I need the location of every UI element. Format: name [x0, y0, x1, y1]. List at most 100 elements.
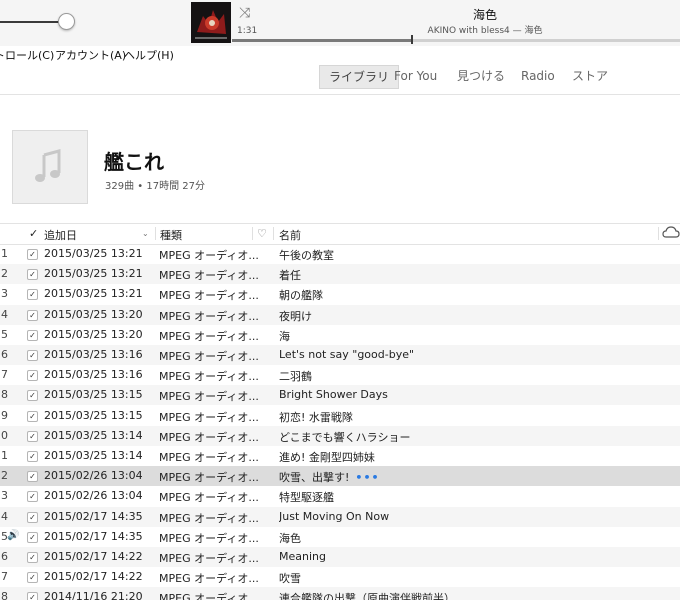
column-divider — [252, 227, 253, 240]
track-kind: MPEG オーディオ... — [159, 289, 259, 303]
table-row[interactable]: 8 ✓ 2015/03/25 13:15 MPEG オーディオ... Bright Sh… — [0, 385, 680, 406]
table-row[interactable]: 2 ✓ 2015/02/26 13:04 MPEG オーディオ... 吹雪、出撃す! ••… — [0, 466, 680, 487]
table-row[interactable]: 8 ✓ 2014/11/16 21:20 MPEG オーディオ... 連合艦隊の出撃（原… — [0, 587, 680, 600]
album-artwork[interactable] — [191, 2, 231, 43]
table-row[interactable]: 🔊 5 ✓ 2015/02/17 14:35 MPEG オーディオ... 海色 — [0, 527, 680, 547]
table-row[interactable]: 1 ✓ 2015/03/25 13:14 MPEG オーディオ... 進め! 金剛型四姉… — [0, 446, 680, 466]
cloud-icon[interactable] — [662, 225, 680, 242]
table-header: ✓ 追加日 ⌄ 種類 ♡ 名前 — [0, 223, 680, 245]
tab-for-you[interactable]: For You — [394, 65, 437, 87]
volume-slider-knob[interactable] — [58, 13, 75, 30]
playback-progress-bar[interactable] — [232, 39, 680, 42]
track-checkbox[interactable]: ✓ — [27, 350, 38, 361]
playback-progress-fill — [232, 39, 412, 42]
track-checkbox[interactable]: ✓ — [27, 410, 38, 422]
track-checkbox[interactable]: ✓ — [27, 531, 38, 543]
tab-library[interactable]: ライブラリ — [319, 65, 400, 89]
track-checkbox[interactable]: ✓ — [27, 249, 38, 260]
table-row[interactable]: 6 ✓ 2015/02/17 14:22 MPEG オーディオ... Meaning — [0, 547, 680, 567]
track-checkbox[interactable]: ✓ — [27, 572, 38, 584]
table-row[interactable]: 9 ✓ 2015/03/25 13:15 MPEG オーディオ... 初恋! 水雷戦隊 — [0, 406, 680, 426]
track-name: Bright Shower Days — [279, 388, 659, 401]
track-number: 7 — [1, 570, 8, 584]
track-kind: MPEG オーディオ... — [159, 592, 259, 600]
column-divider — [658, 227, 659, 240]
track-kind: MPEG オーディオ... — [159, 451, 259, 464]
track-kind: MPEG オーディオ... — [159, 329, 259, 343]
table-row[interactable]: 7 ✓ 2015/03/25 13:16 MPEG オーディオ... 二羽鶴 — [0, 365, 680, 385]
track-checkbox[interactable]: ✓ — [27, 552, 38, 563]
track-checkbox[interactable]: ✓ — [27, 491, 38, 503]
track-number: 5 — [1, 327, 8, 341]
playback-progress-marker[interactable] — [411, 35, 414, 44]
menu-account[interactable]: アカウント(A) — [55, 47, 126, 63]
track-kind: MPEG オーディオ... — [159, 249, 259, 262]
track-name-text: 進め! 金剛型四姉妹 — [279, 451, 375, 464]
table-row[interactable]: 2 ✓ 2015/03/25 13:21 MPEG オーディオ... 着任 — [0, 264, 680, 285]
column-header-date-added[interactable]: 追加日 — [44, 227, 77, 243]
track-name: Let's not say "good-bye" — [279, 348, 659, 361]
volume-slider-track[interactable] — [0, 21, 62, 23]
track-number: 7 — [1, 368, 8, 382]
track-number: 4 — [1, 307, 8, 321]
player-bar: ⤨ 1:31 海色 AKINO with bless4 — 海色 — [0, 0, 680, 46]
track-name-text: 吹雪 — [279, 572, 301, 586]
track-checkbox[interactable]: ✓ — [27, 390, 38, 402]
track-number: 8 — [1, 590, 8, 600]
menu-controls[interactable]: トロール(C) — [0, 47, 54, 63]
track-name-text: Just Moving On Now — [279, 509, 390, 523]
track-number: 9 — [1, 408, 8, 422]
track-checkbox[interactable]: ✓ — [27, 511, 38, 523]
tab-radio[interactable]: Radio — [521, 65, 555, 87]
track-checkbox[interactable]: ✓ — [27, 329, 38, 341]
track-checkbox[interactable]: ✓ — [27, 430, 38, 442]
track-name-text: 二羽鶴 — [279, 370, 312, 384]
table-row[interactable]: 4 ✓ 2015/02/17 14:35 MPEG オーディオ... Just Movi… — [0, 506, 680, 527]
menu-help[interactable]: ヘルプ(H) — [124, 47, 174, 63]
track-checkbox[interactable]: ✓ — [27, 592, 38, 600]
track-name-text: 朝の艦隊 — [279, 289, 323, 303]
speaker-icon: 🔊 — [7, 529, 20, 541]
music-note-icon — [35, 149, 61, 182]
table-row[interactable]: 1 ✓ 2015/03/25 13:21 MPEG オーディオ... 午後の教室 — [0, 244, 680, 264]
track-name: 海色 — [279, 530, 659, 546]
table-row[interactable]: 4 ✓ 2015/03/25 13:20 MPEG オーディオ... 夜明け — [0, 304, 680, 325]
track-kind: MPEG オーディオ... — [159, 390, 259, 404]
track-checkbox[interactable]: ✓ — [27, 471, 38, 483]
track-kind: MPEG オーディオ... — [159, 531, 259, 545]
column-header-love[interactable]: ♡ — [257, 227, 267, 240]
table-row[interactable]: 3 ✓ 2015/02/26 13:04 MPEG オーディオ... 特型駆逐艦 — [0, 486, 680, 506]
table-row[interactable]: 3 ✓ 2015/03/25 13:21 MPEG オーディオ... 朝の艦隊 — [0, 284, 680, 304]
track-checkbox[interactable]: ✓ — [27, 451, 38, 462]
column-header-kind[interactable]: 種類 — [160, 227, 182, 243]
table-row[interactable]: 0 ✓ 2015/03/25 13:14 MPEG オーディオ... どこまでも響くハラ… — [0, 425, 680, 446]
track-name: 着任 — [279, 267, 659, 283]
sort-chevron-icon[interactable]: ⌄ — [142, 229, 149, 238]
track-checkbox[interactable]: ✓ — [27, 269, 38, 281]
column-header-name[interactable]: 名前 — [279, 227, 301, 243]
track-name: 特型駆逐艦 — [279, 489, 659, 505]
track-date-added: 2015/03/25 13:21 — [44, 247, 143, 260]
column-header-check[interactable]: ✓ — [29, 227, 38, 240]
track-name: どこまでも響くハラショー — [279, 429, 659, 445]
playlist-title: 艦これ — [104, 150, 164, 174]
shuffle-icon[interactable]: ⤨ — [239, 5, 250, 21]
track-name: 朝の艦隊 — [279, 287, 659, 303]
track-date-added: 2015/03/25 13:16 — [44, 348, 143, 361]
track-checkbox[interactable]: ✓ — [27, 370, 38, 382]
track-date-added: 2015/03/25 13:21 — [44, 287, 143, 301]
track-date-added: 2015/02/17 14:22 — [44, 550, 143, 563]
track-kind: MPEG オーディオ... — [159, 552, 259, 565]
table-row[interactable]: 6 ✓ 2015/03/25 13:16 MPEG オーディオ... Let's not… — [0, 345, 680, 365]
table-row[interactable]: 5 ✓ 2015/03/25 13:20 MPEG オーディオ... 海 — [0, 325, 680, 345]
track-checkbox[interactable]: ✓ — [27, 289, 38, 301]
track-number: 1 — [1, 247, 8, 260]
tab-store[interactable]: ストア — [572, 65, 608, 87]
more-options-icon[interactable]: ••• — [355, 471, 379, 484]
track-checkbox[interactable]: ✓ — [27, 309, 38, 321]
tab-browse[interactable]: 見つける — [457, 65, 505, 87]
track-kind: MPEG オーディオ... — [159, 309, 259, 323]
track-name: 午後の教室 — [279, 247, 659, 263]
track-name: 二羽鶴 — [279, 368, 659, 384]
table-row[interactable]: 7 ✓ 2015/02/17 14:22 MPEG オーディオ... 吹雪 — [0, 567, 680, 587]
